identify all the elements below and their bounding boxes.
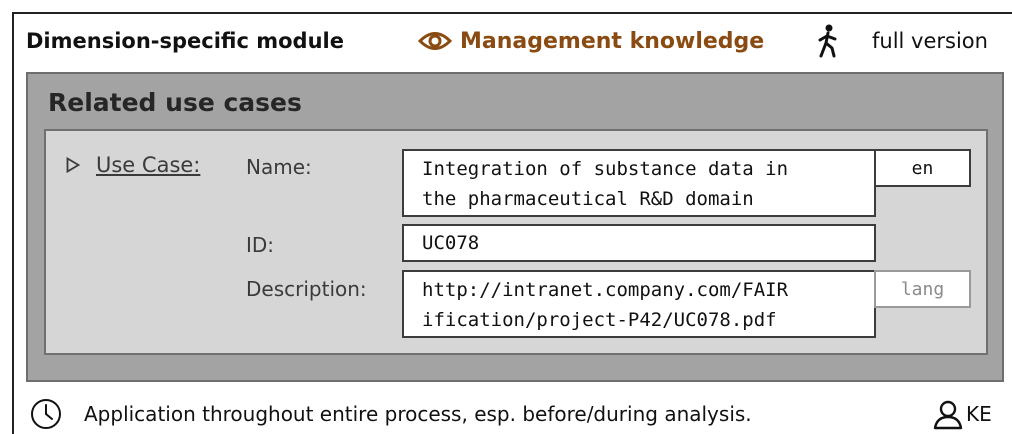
role-label: KE [966, 402, 992, 426]
description-field[interactable]: http://intranet.company.com/FAIR ificati… [402, 270, 876, 338]
module-title: Dimension-specific module [26, 29, 344, 53]
name-field[interactable]: Integration of substance data in the pha… [402, 149, 876, 217]
description-lang-field[interactable]: lang [874, 270, 971, 308]
use-case-header: Use Case: [66, 153, 200, 177]
use-case-card: Use Case: Name: Integration of substance… [44, 129, 988, 355]
user-icon [933, 400, 963, 430]
panel-title: Related use cases [48, 88, 302, 117]
name-lang-field[interactable]: en [874, 149, 971, 187]
description-label: Description: [246, 277, 367, 301]
eye-icon [418, 32, 452, 50]
name-label: Name: [246, 155, 312, 179]
id-label: ID: [246, 233, 275, 257]
related-use-cases-panel: Related use cases Use Case: Name: Integr… [26, 72, 1004, 382]
version-label: full version [872, 29, 988, 53]
knowledge-type: Management knowledge [418, 24, 764, 58]
id-field[interactable]: UC078 [402, 224, 876, 262]
role-indicator: KE [932, 398, 992, 430]
expand-triangle-icon[interactable] [66, 157, 80, 173]
use-case-link[interactable]: Use Case: [96, 153, 200, 177]
application-note: Application throughout entire process, e… [84, 402, 752, 426]
walking-person-icon [816, 24, 840, 58]
clock-icon [30, 398, 62, 430]
knowledge-label: Management knowledge [460, 28, 765, 54]
